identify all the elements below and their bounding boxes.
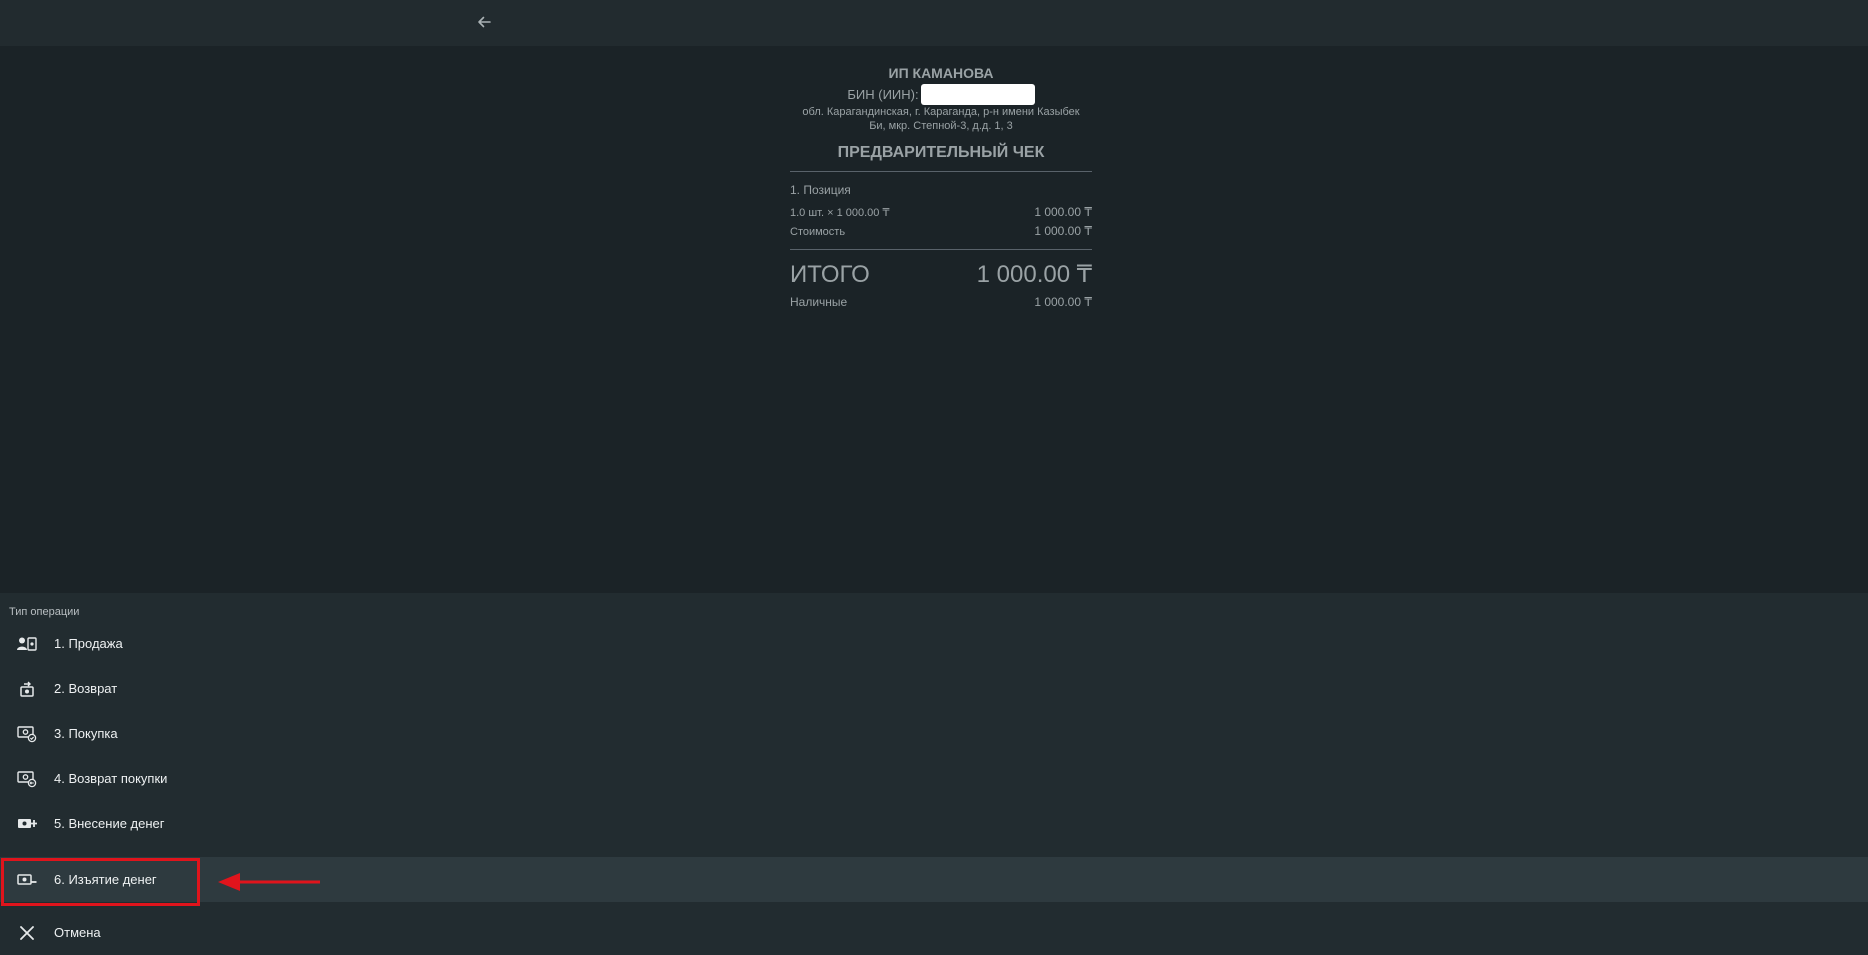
- qty-price: 1.0 шт. × 1 000.00 ₸: [790, 207, 890, 219]
- return-icon: [0, 680, 54, 698]
- operation-label: 2. Возврат: [54, 681, 118, 696]
- position-name: 1. Позиция: [790, 183, 851, 197]
- address-line-2: Би, мкр. Степной-3, д.д. 1, 3: [869, 120, 1013, 132]
- receipt-title: ПРЕДВАРИТЕЛЬНЫЙ ЧЕК: [837, 144, 1045, 161]
- operation-item-purchase[interactable]: 3. Покупка: [0, 711, 1868, 756]
- back-button[interactable]: [471, 9, 497, 35]
- address-line-1: обл. Карагандинская, г. Караганда, р-н и…: [802, 106, 1080, 118]
- operation-label: 1. Продажа: [54, 636, 123, 651]
- qty-price-total: 1 000.00 ₸: [1034, 205, 1092, 219]
- operation-item-sale[interactable]: 1. Продажа: [0, 621, 1868, 666]
- operation-label: 5. Внесение денег: [54, 816, 165, 831]
- cash-label: Наличные: [790, 295, 848, 309]
- operation-item-cash-in[interactable]: 5. Внесение денег: [0, 801, 1868, 846]
- operation-item-return[interactable]: 2. Возврат: [0, 666, 1868, 711]
- cash-value: 1 000.00 ₸: [1034, 295, 1092, 309]
- total-row: ИТОГО 1 000.00 ₸: [790, 260, 1092, 290]
- total-value: 1 000.00 ₸: [976, 261, 1092, 288]
- arrow-left-icon: [478, 16, 491, 28]
- close-icon: [0, 925, 54, 940]
- operation-label: 4. Возврат покупки: [54, 771, 168, 786]
- top-bar: [0, 0, 1868, 46]
- cancel-label: Отмена: [54, 925, 101, 940]
- cash-in-icon: [0, 816, 54, 832]
- receipt-preview: ИП КАМАНОВА БИН (ИИН): обл. Карагандинск…: [790, 64, 1092, 310]
- cost-label: Стоимость: [790, 226, 846, 238]
- bin-redacted: [920, 84, 1035, 105]
- cash-row: Наличные 1 000.00 ₸: [790, 294, 1092, 310]
- operation-item-purchase-return[interactable]: 4. Возврат покупки: [0, 756, 1868, 801]
- annotation-highlight-box: [1, 858, 200, 906]
- total-label: ИТОГО: [790, 261, 870, 288]
- purchase-return-icon: [0, 770, 54, 788]
- bin-label: БИН (ИИН):: [847, 86, 919, 102]
- company-name: ИП КАМАНОВА: [888, 65, 994, 81]
- annotation-arrow-icon: [218, 873, 320, 891]
- operation-label: 3. Покупка: [54, 726, 118, 741]
- operation-type-header: Тип операции: [9, 606, 80, 618]
- qty-price-row: 1.0 шт. × 1 000.00 ₸ 1 000.00 ₸: [790, 203, 1092, 222]
- operation-type-sheet: Тип операции 1. Продажа 2. Возврат 3. По…: [0, 593, 1868, 955]
- receipt-divider-2: [790, 249, 1092, 250]
- receipt-divider: [790, 171, 1092, 172]
- sale-icon: [0, 636, 54, 652]
- cost-value: 1 000.00 ₸: [1034, 224, 1092, 238]
- cancel-button[interactable]: Отмена: [0, 910, 1868, 955]
- cost-row: Стоимость 1 000.00 ₸: [790, 222, 1092, 241]
- purchase-icon: [0, 725, 54, 743]
- bin-line: БИН (ИИН):: [790, 84, 1092, 105]
